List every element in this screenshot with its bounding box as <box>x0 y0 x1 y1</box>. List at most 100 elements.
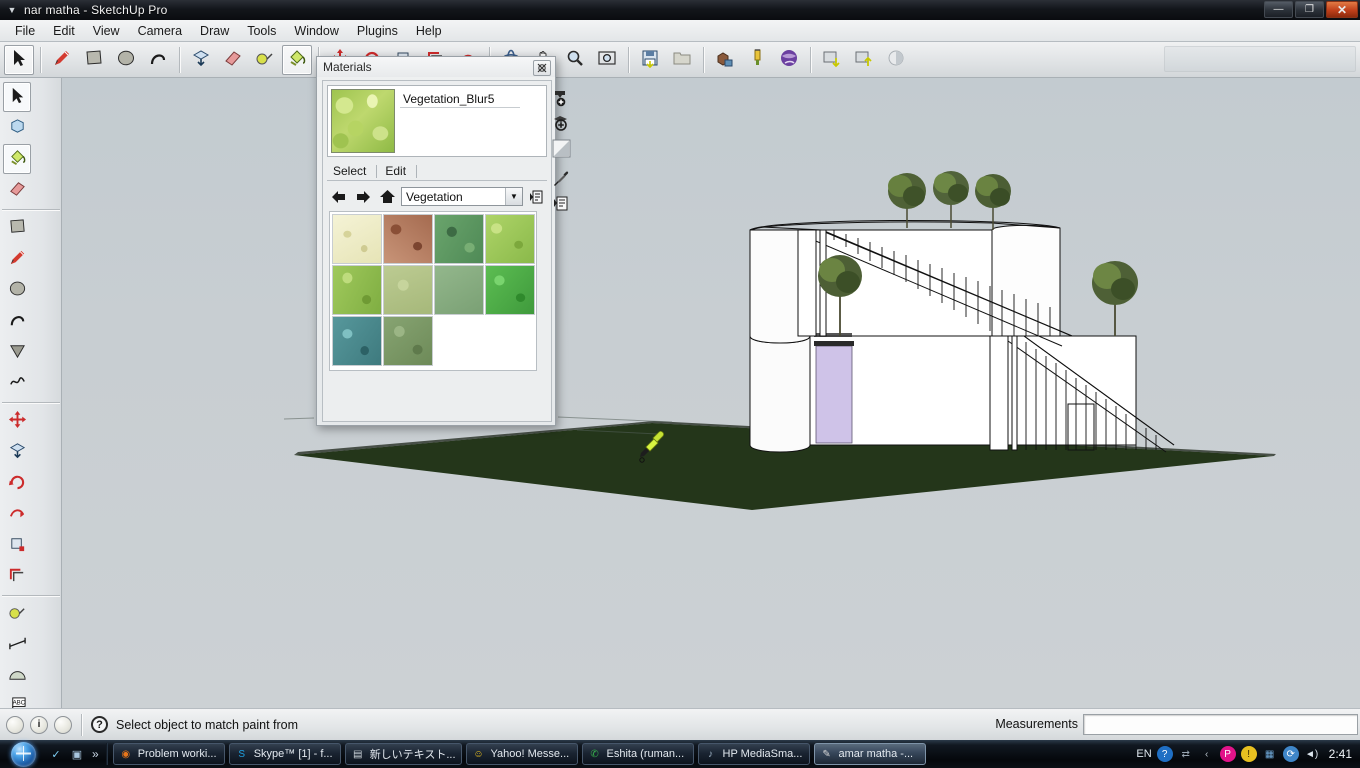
home-icon[interactable] <box>377 188 397 206</box>
arc-tool[interactable] <box>143 45 173 75</box>
rotate-tool[interactable] <box>3 468 31 498</box>
push-pull-tool[interactable] <box>186 45 216 75</box>
dimension-tool[interactable] <box>3 630 31 660</box>
line-tool[interactable] <box>47 45 77 75</box>
start-button[interactable] <box>2 741 44 767</box>
push-pull-tool[interactable] <box>3 437 31 467</box>
line-tool[interactable] <box>3 244 31 274</box>
polygon-tool[interactable] <box>3 337 31 367</box>
offset-tool[interactable] <box>3 561 31 591</box>
vegetation-swatch-6[interactable] <box>383 265 433 315</box>
quicklaunch-check-icon[interactable]: ✓ <box>48 746 64 762</box>
vegetation-swatch-7[interactable] <box>434 265 484 315</box>
taskbar-item[interactable]: ☺ Yahoo! Messe... <box>465 743 578 765</box>
taskbar-item[interactable]: ▤ 新しいテキスト... <box>344 743 462 765</box>
vegetation-swatch-4[interactable] <box>485 214 535 264</box>
measurements-input[interactable] <box>1083 714 1358 735</box>
vegetation-swatch-2[interactable] <box>383 214 433 264</box>
materials-button[interactable] <box>774 45 804 75</box>
select-tool[interactable] <box>4 44 34 75</box>
menu-view[interactable]: View <box>84 22 129 40</box>
tray-chevron-icon[interactable]: ‹ <box>1199 746 1215 762</box>
import-button[interactable] <box>849 45 879 75</box>
double-chevron-icon[interactable]: » <box>92 747 99 761</box>
move-tool[interactable] <box>3 406 31 436</box>
menu-camera[interactable]: Camera <box>129 22 191 40</box>
taskbar-item[interactable]: ◉ Problem worki... <box>112 743 225 765</box>
circle-tool[interactable] <box>3 275 31 305</box>
taskbar-item[interactable]: S Skype™ [1] - f... <box>228 743 341 765</box>
taskbar-clock[interactable]: 2:41 <box>1329 747 1352 761</box>
tab-select[interactable]: Select <box>327 163 374 180</box>
vegetation-swatch-1[interactable] <box>332 214 382 264</box>
zoom-extents-tool[interactable] <box>592 45 622 75</box>
taskbar-item[interactable]: ✆ Eshita (ruman... <box>581 743 694 765</box>
tape-measure-tool[interactable] <box>250 45 280 75</box>
circle-tool[interactable] <box>111 45 141 75</box>
tray-network-icon[interactable]: ⇄ <box>1178 746 1194 762</box>
rectangle-tool[interactable] <box>79 45 109 75</box>
eraser-tool[interactable] <box>3 175 31 205</box>
collapse-icon[interactable] <box>533 60 551 76</box>
menu-file[interactable]: File <box>6 22 44 40</box>
vegetation-swatch-10[interactable] <box>383 316 433 366</box>
make-component-tool[interactable] <box>3 113 31 143</box>
chevron-down-icon[interactable]: ▼ <box>505 188 522 205</box>
tray-warning-icon[interactable]: ! <box>1240 746 1257 762</box>
taskbar-item[interactable]: ✎ amar matha -... <box>813 743 926 765</box>
list-details-icon[interactable] <box>527 188 547 206</box>
shadows-button[interactable] <box>881 45 911 75</box>
info-circle-icon[interactable]: i <box>30 715 48 734</box>
library-select[interactable]: Vegetation ▼ <box>401 187 523 206</box>
question-mark-icon[interactable]: ? <box>91 716 108 733</box>
paint-bucket-tool[interactable] <box>282 44 312 75</box>
paint-bucket-plus-icon[interactable] <box>550 112 572 134</box>
arc-tool[interactable] <box>3 306 31 336</box>
scale-tool[interactable] <box>3 530 31 560</box>
tape-measure-tool[interactable] <box>3 599 31 629</box>
components-button[interactable] <box>710 45 740 75</box>
vegetation-swatch-5[interactable] <box>332 265 382 315</box>
materials-dialog[interactable]: Materials Vegetation_Blur5 Select Edit V… <box>316 56 570 426</box>
protractor-tool[interactable] <box>3 661 31 691</box>
tray-app-icon[interactable]: ▦ <box>1262 746 1278 762</box>
menu-help[interactable]: Help <box>407 22 451 40</box>
details-icon[interactable] <box>550 192 572 214</box>
taskbar-item[interactable]: ♪ HP MediaSma... <box>697 743 810 765</box>
window-menu-caret-icon[interactable]: ▼ <box>0 5 24 15</box>
eyedropper-icon[interactable] <box>550 167 572 189</box>
secondary-swatch-icon[interactable] <box>550 137 572 159</box>
arrow-right-icon[interactable] <box>353 188 373 206</box>
vegetation-swatch-3[interactable] <box>434 214 484 264</box>
select-tool[interactable] <box>3 82 31 112</box>
freehand-tool[interactable] <box>3 368 31 398</box>
vegetation-swatch-9[interactable] <box>332 316 382 366</box>
tray-flickr-icon[interactable]: P <box>1219 746 1236 762</box>
status-circle-1[interactable] <box>6 715 24 734</box>
create-material-icon[interactable] <box>550 87 572 109</box>
arrow-left-icon[interactable] <box>329 188 349 206</box>
vegetation-swatch-8[interactable] <box>485 265 535 315</box>
menu-window[interactable]: Window <box>285 22 347 40</box>
eraser-tool[interactable] <box>218 45 248 75</box>
status-circle-3[interactable] <box>54 715 72 734</box>
vegetation-texture-swatch[interactable] <box>331 89 395 153</box>
tray-sync-icon[interactable]: ⟳ <box>1282 746 1299 762</box>
material-name-input[interactable]: Vegetation_Blur5 <box>400 90 520 108</box>
zoom-tool[interactable] <box>560 45 590 75</box>
open-button[interactable] <box>667 45 697 75</box>
save-button[interactable] <box>635 45 665 75</box>
export-button[interactable] <box>817 45 847 75</box>
menu-edit[interactable]: Edit <box>44 22 84 40</box>
tray-volume-icon[interactable]: ◄) <box>1304 746 1320 762</box>
follow-me-tool[interactable] <box>3 499 31 529</box>
menu-draw[interactable]: Draw <box>191 22 238 40</box>
language-indicator[interactable]: EN <box>1136 748 1151 760</box>
minimize-button[interactable]: — <box>1264 1 1293 18</box>
quicklaunch-window-icon[interactable]: ▣ <box>69 746 85 762</box>
materials-swatch-grid[interactable] <box>329 211 537 371</box>
restore-button[interactable]: ❐ <box>1295 1 1324 18</box>
toolbar-search-box[interactable] <box>1164 46 1356 72</box>
styles-button[interactable] <box>742 45 772 75</box>
menu-plugins[interactable]: Plugins <box>348 22 407 40</box>
